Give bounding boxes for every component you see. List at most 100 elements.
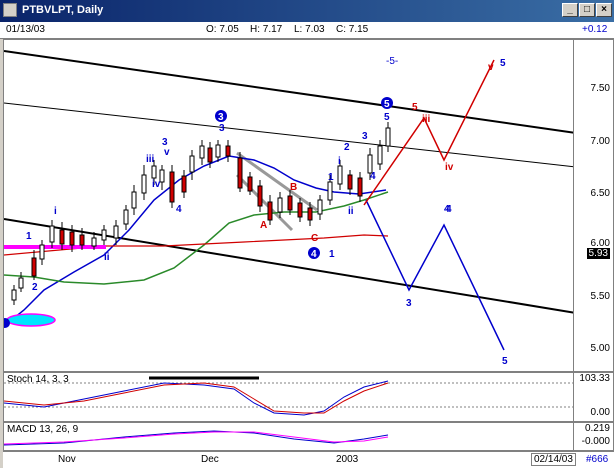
- candle: [123, 209, 129, 225]
- candle: [31, 257, 37, 277]
- wave-label: 5: [412, 102, 418, 113]
- mid-channel-line: [4, 102, 576, 168]
- candle: [151, 165, 157, 179]
- candle: [181, 175, 187, 193]
- candle: [297, 202, 303, 218]
- stoch-panel[interactable]: Stoch 14, 3, 3 103.33 0.00: [3, 372, 614, 422]
- macd-tick: -0.000: [581, 436, 610, 447]
- candle: [11, 289, 17, 301]
- stoch-chart: [4, 376, 576, 416]
- app-icon: [3, 3, 17, 17]
- wave-label: 4: [370, 171, 376, 182]
- blue-projection-path: [365, 199, 505, 351]
- macd-panel[interactable]: MACD 13, 26, 9 0.219 -0.000: [3, 422, 614, 451]
- candle: [79, 234, 85, 246]
- price-tick: 5.50: [590, 291, 610, 302]
- info-open: O: 7.05: [206, 24, 239, 35]
- title-bar: PTBVLPT, Daily _ □ ×: [0, 0, 614, 22]
- candle: [69, 231, 75, 246]
- candle: [39, 244, 45, 260]
- wave-label: iii: [146, 154, 155, 165]
- svg-text:4: 4: [311, 249, 317, 260]
- candle: [215, 144, 221, 158]
- bar-counter: #666: [586, 454, 609, 465]
- wave-label: 3: [362, 131, 368, 142]
- candle: [18, 277, 24, 289]
- wave-label: 5: [384, 112, 390, 123]
- wave-label: 3: [406, 298, 412, 309]
- lower-channel-line: [4, 218, 576, 314]
- stoch-tick: 103.33: [579, 373, 610, 384]
- candle: [385, 127, 391, 147]
- candle: [357, 177, 363, 197]
- wave-label: ii: [104, 252, 110, 263]
- wave-label: v: [488, 62, 494, 73]
- candle: [317, 199, 323, 215]
- candle: [225, 145, 231, 157]
- candle: [207, 147, 213, 163]
- circled-wave-5: 5: [381, 97, 393, 110]
- window-title: PTBVLPT, Daily: [22, 4, 104, 16]
- svg-text:3: 3: [218, 112, 224, 123]
- wave-label: B: [290, 182, 297, 193]
- candle: [91, 237, 97, 247]
- red-projection-path: [363, 59, 495, 206]
- info-high: H: 7.17: [250, 24, 283, 35]
- price-chart-panel[interactable]: 1 2 3 iii iv v 4 3 ii i 1 2 3 4 5 i ii 4…: [3, 39, 614, 372]
- wave-label: i: [54, 206, 57, 217]
- stoch-axis: 103.33 0.00: [573, 373, 613, 421]
- candle: [277, 197, 283, 213]
- close-button[interactable]: ×: [596, 3, 612, 17]
- price-tick: 6.50: [590, 188, 610, 199]
- candle: [327, 181, 333, 201]
- candle: [141, 174, 147, 194]
- circled-wave-3: 3: [215, 110, 227, 123]
- circled-wave-4: 4: [308, 247, 320, 260]
- wave-label: 1: [26, 231, 32, 242]
- end-date: 02/14/03: [531, 453, 576, 466]
- wave-label: 1: [328, 172, 334, 183]
- wave-label: 1: [329, 249, 335, 260]
- wave-label: C: [311, 233, 318, 244]
- candle: [287, 195, 293, 211]
- info-date: 01/13/03: [6, 24, 45, 35]
- candle: [59, 229, 65, 245]
- candle: [347, 174, 353, 190]
- price-axis: 7.50 7.00 6.50 6.00 5.93 5.50 5.00: [573, 40, 613, 371]
- price-chart: 1 2 3 iii iv v 4 3 ii i 1 2 3 4 5 i ii 4…: [4, 50, 576, 367]
- candle: [267, 201, 273, 221]
- info-change: +0.12: [582, 24, 608, 35]
- wave-label: i: [338, 156, 341, 167]
- wave-label: 4: [446, 204, 452, 215]
- price-tick: 7.00: [590, 136, 610, 147]
- wave-label: 5: [500, 58, 506, 69]
- time-tick: Nov: [58, 454, 76, 465]
- cyan-ellipse: [6, 313, 56, 327]
- candle: [101, 229, 107, 241]
- wave-label: 5: [502, 356, 508, 367]
- minimize-button[interactable]: _: [562, 3, 578, 17]
- candle: [49, 225, 55, 243]
- wave-label: v: [164, 147, 170, 158]
- wave-label: ii: [348, 206, 354, 217]
- wave-label: iii: [422, 114, 431, 125]
- candle: [199, 145, 205, 159]
- wave-label: A: [260, 220, 267, 231]
- candle: [247, 176, 253, 192]
- candle: [257, 185, 263, 207]
- candle: [307, 207, 313, 221]
- price-tick: 7.50: [590, 83, 610, 94]
- stoch-tick: 0.00: [590, 407, 610, 418]
- maximize-button[interactable]: □: [579, 3, 595, 17]
- time-axis: Nov Dec 2003 02/14/03 #666: [3, 451, 614, 468]
- candle: [159, 169, 165, 183]
- candle: [131, 191, 137, 209]
- macd-axis: 0.219 -0.000: [573, 423, 613, 450]
- wave-label: iv: [445, 162, 454, 173]
- info-low: L: 7.03: [294, 24, 325, 35]
- candle: [189, 155, 195, 173]
- macd-chart: [4, 430, 389, 446]
- candle: [237, 157, 243, 189]
- wave-label: iv: [152, 179, 161, 190]
- candle: [337, 165, 343, 185]
